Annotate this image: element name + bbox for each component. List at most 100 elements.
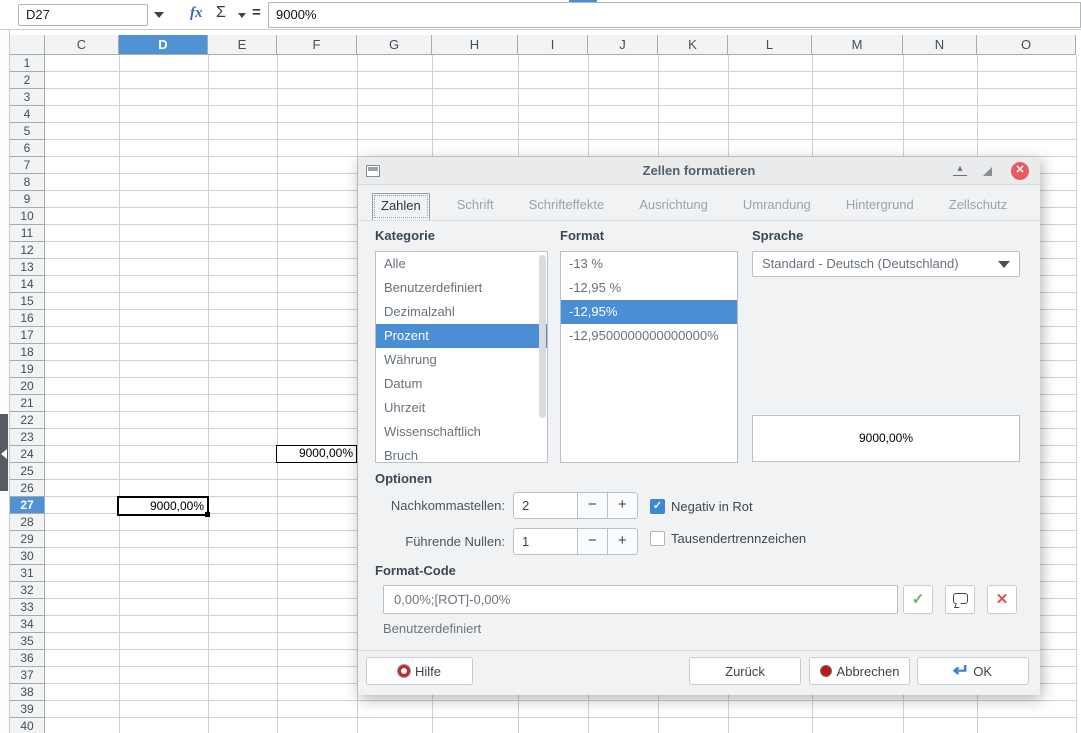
row-header-31[interactable]: 31 xyxy=(10,565,45,582)
tab-zellschutz[interactable]: Zellschutz xyxy=(941,193,1016,220)
row-header-14[interactable]: 14 xyxy=(10,276,45,293)
column-header-D[interactable]: D xyxy=(119,35,208,55)
thousands-separator-checkbox[interactable] xyxy=(650,531,665,546)
tab-hintergrund[interactable]: Hintergrund xyxy=(838,193,922,220)
row-header-27[interactable]: 27 xyxy=(10,497,45,514)
row-header-21[interactable]: 21 xyxy=(10,395,45,412)
row-header-30[interactable]: 30 xyxy=(10,548,45,565)
row-header-23[interactable]: 23 xyxy=(10,429,45,446)
row-header-20[interactable]: 20 xyxy=(10,378,45,395)
column-header-M[interactable]: M xyxy=(812,35,903,55)
row-header-18[interactable]: 18 xyxy=(10,344,45,361)
tab-umrandung[interactable]: Umrandung xyxy=(735,193,819,220)
row-header-24[interactable]: 24 xyxy=(10,446,45,463)
negative-red-checkbox[interactable]: ✓ xyxy=(650,499,665,514)
row-header-13[interactable]: 13 xyxy=(10,259,45,276)
close-icon[interactable]: ✕ xyxy=(1011,162,1029,180)
formula-input[interactable]: 9000% xyxy=(268,2,1081,28)
column-header-J[interactable]: J xyxy=(588,35,658,55)
column-header-N[interactable]: N xyxy=(903,35,977,55)
row-header-40[interactable]: 40 xyxy=(10,718,45,733)
edit-comment-button[interactable] xyxy=(945,585,975,614)
format-item[interactable]: -12,95 % xyxy=(561,276,737,300)
restore-window-icon[interactable] xyxy=(983,167,992,176)
ok-button[interactable]: ↵ OK xyxy=(917,657,1029,685)
tab-schrifteffekte[interactable]: Schrifteffekte xyxy=(521,193,613,220)
row-header-1[interactable]: 1 xyxy=(10,55,45,72)
leading-zeroes-decrement-button[interactable]: − xyxy=(578,529,608,554)
language-select[interactable]: Standard - Deutsch (Deutschland) xyxy=(752,251,1020,277)
category-listbox[interactable]: AlleBenutzerdefiniertDezimalzahlProzentW… xyxy=(375,251,548,463)
decimal-places-value[interactable]: 2 xyxy=(514,493,578,518)
category-item[interactable]: Währung xyxy=(376,348,547,372)
column-header-C[interactable]: C xyxy=(45,35,119,55)
cell-F24[interactable]: 9000,00% xyxy=(276,445,357,463)
category-item[interactable]: Prozent xyxy=(376,324,547,348)
column-header-I[interactable]: I xyxy=(518,35,588,55)
name-box-dropdown-icon[interactable] xyxy=(154,12,164,18)
row-header-2[interactable]: 2 xyxy=(10,72,45,89)
apply-format-code-button[interactable]: ✓ xyxy=(903,585,933,614)
column-header-K[interactable]: K xyxy=(658,35,728,55)
decimal-places-decrement-button[interactable]: − xyxy=(578,493,608,518)
row-header-9[interactable]: 9 xyxy=(10,191,45,208)
row-header-3[interactable]: 3 xyxy=(10,89,45,106)
cell-D27[interactable]: 9000,00% xyxy=(117,496,209,516)
row-header-15[interactable]: 15 xyxy=(10,293,45,310)
category-item[interactable]: Uhrzeit xyxy=(376,396,547,420)
row-header-35[interactable]: 35 xyxy=(10,633,45,650)
column-header-G[interactable]: G xyxy=(357,35,432,55)
column-header-O[interactable]: O xyxy=(977,35,1076,55)
row-header-6[interactable]: 6 xyxy=(10,140,45,157)
row-header-16[interactable]: 16 xyxy=(10,310,45,327)
row-header-25[interactable]: 25 xyxy=(10,463,45,480)
dialog-titlebar[interactable]: Zellen formatieren ▴ ✕ xyxy=(358,157,1040,185)
row-header-7[interactable]: 7 xyxy=(10,157,45,174)
tab-zahlen[interactable]: Zahlen xyxy=(372,193,430,220)
row-header-12[interactable]: 12 xyxy=(10,242,45,259)
row-header-22[interactable]: 22 xyxy=(10,412,45,429)
category-item[interactable]: Wissenschaftlich xyxy=(376,420,547,444)
format-listbox[interactable]: -13 %-12,95 %-12,95%-12,9500000000000000… xyxy=(560,251,738,463)
row-header-19[interactable]: 19 xyxy=(10,361,45,378)
row-header-33[interactable]: 33 xyxy=(10,599,45,616)
cancel-button[interactable]: Abbrechen xyxy=(809,657,910,685)
fill-handle[interactable] xyxy=(205,512,210,517)
column-header-H[interactable]: H xyxy=(432,35,518,55)
select-all-corner[interactable] xyxy=(10,35,45,55)
category-item[interactable]: Datum xyxy=(376,372,547,396)
row-header-17[interactable]: 17 xyxy=(10,327,45,344)
row-header-4[interactable]: 4 xyxy=(10,106,45,123)
help-button[interactable]: Hilfe xyxy=(366,657,473,685)
formula-icon[interactable]: = xyxy=(252,4,261,21)
category-item[interactable]: Bruch xyxy=(376,444,547,463)
row-header-36[interactable]: 36 xyxy=(10,650,45,667)
row-header-5[interactable]: 5 xyxy=(10,123,45,140)
function-wizard-icon[interactable]: fx xyxy=(190,5,203,22)
row-header-11[interactable]: 11 xyxy=(10,225,45,242)
row-header-29[interactable]: 29 xyxy=(10,531,45,548)
category-scrollbar[interactable] xyxy=(539,255,546,418)
row-header-39[interactable]: 39 xyxy=(10,701,45,718)
tab-schrift[interactable]: Schrift xyxy=(449,193,502,220)
row-header-32[interactable]: 32 xyxy=(10,582,45,599)
column-header-L[interactable]: L xyxy=(728,35,812,55)
row-header-28[interactable]: 28 xyxy=(10,514,45,531)
row-header-34[interactable]: 34 xyxy=(10,616,45,633)
category-item[interactable]: Benutzerdefiniert xyxy=(376,276,547,300)
tab-ausrichtung[interactable]: Ausrichtung xyxy=(631,193,716,220)
leading-zeroes-increment-button[interactable]: + xyxy=(608,529,637,554)
column-header-F[interactable]: F xyxy=(277,35,357,55)
row-header-37[interactable]: 37 xyxy=(10,667,45,684)
leading-zeroes-value[interactable]: 1 xyxy=(514,529,578,554)
shade-window-icon[interactable]: ▴ xyxy=(953,163,967,176)
row-header-38[interactable]: 38 xyxy=(10,684,45,701)
sidebar-collapse-handle[interactable] xyxy=(0,414,8,491)
row-header-26[interactable]: 26 xyxy=(10,480,45,497)
format-item[interactable]: -12,95% xyxy=(561,300,737,324)
format-item[interactable]: -12,9500000000000000% xyxy=(561,324,737,348)
row-header-10[interactable]: 10 xyxy=(10,208,45,225)
format-code-input[interactable]: 0,00%;[ROT]-0,00% xyxy=(383,585,898,614)
delete-format-code-button[interactable]: ✕ xyxy=(987,585,1017,614)
name-box[interactable]: D27 xyxy=(18,4,148,26)
